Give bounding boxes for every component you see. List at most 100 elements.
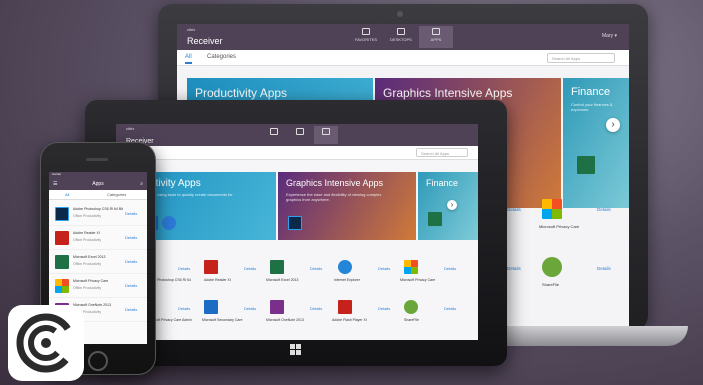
banner-subtitle: Experience the ease and flexibility of v… xyxy=(286,192,382,203)
tab-all[interactable]: All xyxy=(65,192,69,197)
nav-apps[interactable] xyxy=(314,126,338,144)
phone-tab-bar: All Categories xyxy=(49,190,147,200)
search-icon[interactable]: ⌕ xyxy=(140,178,143,190)
favorites-icon xyxy=(362,28,370,35)
details-link[interactable]: Details xyxy=(597,207,611,212)
app-category: Office Productivity xyxy=(73,262,102,266)
nav-label: DESKTOPS xyxy=(390,37,412,42)
phone-header: ☰ Apps ⌕ xyxy=(49,178,147,190)
laptop-camera xyxy=(397,11,403,17)
details-link[interactable]: Details xyxy=(597,266,611,271)
adobe-flash-icon xyxy=(338,300,352,314)
banner-title: Graphics Intensive Apps xyxy=(286,178,384,188)
details-link[interactable]: Details xyxy=(125,307,137,312)
excel-icon xyxy=(55,255,69,269)
nav-favorites[interactable]: FAVORITES xyxy=(349,26,383,48)
banner-title: Graphics Intensive Apps xyxy=(383,86,513,100)
list-item[interactable]: Microsoft Privacy Care Office Productivi… xyxy=(49,274,147,298)
sharefile-icon xyxy=(542,257,562,277)
app-label: ShareFile xyxy=(404,318,419,322)
microsoft-icon xyxy=(542,199,562,219)
details-link[interactable]: Details xyxy=(125,211,137,216)
apps-icon xyxy=(322,128,330,135)
app-label: Microsoft Secondary Care xyxy=(202,318,243,322)
carousel-next-button[interactable]: › xyxy=(606,118,620,132)
app-label: Adobe Flash Player XI xyxy=(332,318,367,322)
tab-categories[interactable]: Categories xyxy=(107,192,126,197)
list-item[interactable]: Adobe Reader XI Office Productivity Deta… xyxy=(49,226,147,250)
logo-name: Receiver xyxy=(187,36,223,46)
microsoft-icon xyxy=(55,279,69,293)
apps-icon xyxy=(432,28,440,35)
page-title: Apps xyxy=(92,181,104,187)
tab-all[interactable]: All xyxy=(185,54,192,64)
details-link[interactable]: Details xyxy=(125,283,137,288)
details-link[interactable]: Details xyxy=(310,266,322,271)
details-link[interactable]: Details xyxy=(244,306,256,311)
search-input[interactable]: Search All Apps xyxy=(547,53,615,63)
app-category: Office Productivity xyxy=(73,286,102,290)
phone-speaker xyxy=(86,158,108,161)
details-link[interactable]: Details xyxy=(378,306,390,311)
app-label: Microsoft Excel 2013 xyxy=(73,255,106,259)
nav-label: FAVORITES xyxy=(354,37,378,42)
excel-icon xyxy=(270,260,284,274)
photoshop-icon xyxy=(288,216,302,230)
app-label: Microsoft Privacy Care xyxy=(539,224,580,229)
favorites-icon xyxy=(270,128,278,135)
excel-icon xyxy=(577,156,595,174)
details-link[interactable]: Details xyxy=(178,266,190,271)
details-link[interactable]: Details xyxy=(125,259,137,264)
user-menu[interactable]: Mary ▾ xyxy=(602,33,617,39)
app-label: Adobe Reader XI xyxy=(73,231,100,235)
nav-favorites[interactable] xyxy=(262,126,286,144)
logo-small-text: citrix xyxy=(126,126,135,131)
banner-finance[interactable]: Finance Control your finances & expenses… xyxy=(563,78,629,208)
adobe-reader-icon xyxy=(204,260,218,274)
search-input[interactable]: Search All Apps xyxy=(416,148,468,157)
logo-small-text: citrix xyxy=(187,27,196,32)
details-link[interactable]: Details xyxy=(444,306,456,311)
app-label: Microsoft Privacy Care xyxy=(73,279,109,283)
app-label: Microsoft Privacy Care xyxy=(400,278,436,282)
app-category: Office Productivity xyxy=(73,214,102,218)
details-link[interactable]: Details xyxy=(244,266,256,271)
banner-title: Finance xyxy=(571,86,611,98)
desktop-icon xyxy=(397,28,405,35)
outlook-icon xyxy=(204,300,218,314)
menu-icon[interactable]: ☰ xyxy=(53,178,57,190)
tab-categories[interactable]: Categories xyxy=(207,54,236,60)
carousel-next-button[interactable]: › xyxy=(447,200,457,210)
microsoft-icon xyxy=(404,260,418,274)
banner-title: Productivity Apps xyxy=(195,86,288,100)
details-link[interactable]: Details xyxy=(444,266,456,271)
app-label: Adobe Photoshop CS6 RI 64 Bit xyxy=(73,207,124,211)
list-item[interactable]: Microsoft Excel 2013 Office Productivity… xyxy=(49,250,147,274)
nav-desktops[interactable] xyxy=(288,126,312,144)
banner-subtitle: Control your finances & expenses. xyxy=(571,102,613,113)
windows-icon[interactable] xyxy=(290,344,302,356)
app-label: Internet Explorer xyxy=(334,278,360,282)
nav-desktops[interactable]: DESKTOPS xyxy=(384,26,418,48)
details-link[interactable]: Details xyxy=(125,235,137,240)
app-label: ShareFile xyxy=(542,282,560,287)
phone-home-button[interactable] xyxy=(88,351,108,371)
tab-bar: All Categories Search All Apps xyxy=(177,50,629,66)
citrix-logo xyxy=(8,305,84,381)
list-item[interactable]: Adobe Photoshop CS6 RI 64 Bit Office Pro… xyxy=(49,202,147,226)
details-link[interactable]: Details xyxy=(507,207,521,212)
details-link[interactable]: Details xyxy=(507,266,521,271)
details-link[interactable]: Details xyxy=(178,306,190,311)
details-link[interactable]: Details xyxy=(378,266,390,271)
tab-bar: Search All Apps xyxy=(116,146,478,160)
tablet-screen: citrix Receiver Search All Apps Producti… xyxy=(116,124,478,340)
receiver-header: citrix Receiver FAVORITES DESKTOPS APPS … xyxy=(177,24,629,50)
sharefile-icon xyxy=(404,300,418,314)
onenote-icon xyxy=(270,300,284,314)
receiver-header: citrix Receiver xyxy=(116,124,478,146)
nav-apps[interactable]: APPS xyxy=(419,26,453,48)
photoshop-icon xyxy=(55,207,69,221)
banner-graphics[interactable]: Graphics Intensive Apps Experience the e… xyxy=(278,172,416,240)
receiver-logo: citrix Receiver xyxy=(187,28,223,48)
details-link[interactable]: Details xyxy=(310,306,322,311)
